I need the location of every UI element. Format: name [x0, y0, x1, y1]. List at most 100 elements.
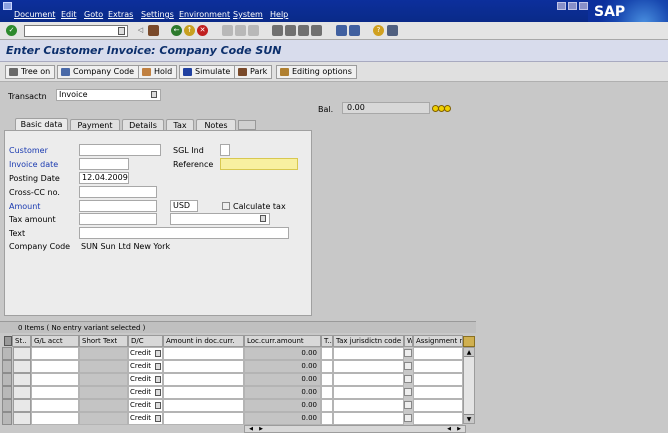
tax-amount-input[interactable] — [79, 213, 157, 225]
dc-cell[interactable]: Credit — [128, 399, 163, 412]
dc-cell[interactable]: Credit — [128, 373, 163, 386]
menu-document[interactable]: Document — [14, 10, 55, 19]
find-next-icon[interactable] — [248, 25, 259, 36]
assignment-cell[interactable] — [413, 399, 463, 412]
scroll-left-icon[interactable]: ◀ — [247, 426, 255, 432]
tax-jurisdiction-cell[interactable] — [333, 412, 404, 425]
sgl-ind-input[interactable] — [220, 144, 230, 156]
dropdown-icon[interactable] — [155, 376, 161, 383]
menu-extras[interactable]: Extras — [108, 10, 133, 19]
currency-input[interactable]: USD — [170, 200, 198, 212]
assignment-cell[interactable] — [413, 373, 463, 386]
reference-input[interactable] — [220, 158, 298, 170]
row-selector[interactable] — [2, 373, 12, 386]
tax-code-cell[interactable] — [321, 373, 333, 386]
col-tax-jurisdiction[interactable]: Tax jurisdictn code — [333, 335, 404, 347]
row-status-button[interactable] — [13, 373, 31, 386]
dropdown-icon[interactable] — [155, 402, 161, 409]
amount-doc-cell[interactable] — [163, 412, 244, 425]
help-icon[interactable]: ? — [373, 25, 384, 36]
minimize-icon[interactable] — [557, 2, 566, 10]
scroll-end-right-icon[interactable]: ▶ — [455, 426, 463, 432]
tax-jurisdiction-cell[interactable] — [333, 373, 404, 386]
tax-jurisdiction-cell[interactable] — [333, 360, 404, 373]
amount-doc-cell[interactable] — [163, 386, 244, 399]
row-status-button[interactable] — [13, 399, 31, 412]
assignment-cell[interactable] — [413, 412, 463, 425]
command-history-icon[interactable] — [118, 27, 125, 35]
last-page-icon[interactable] — [311, 25, 322, 36]
select-all-icon[interactable] — [4, 336, 12, 346]
w-checkbox[interactable] — [404, 349, 412, 357]
amount-doc-cell[interactable] — [163, 399, 244, 412]
col-w[interactable]: W.. — [404, 335, 413, 347]
dropdown-icon[interactable] — [155, 389, 161, 396]
dropdown-icon[interactable] — [155, 363, 161, 370]
previous-page-icon[interactable] — [285, 25, 296, 36]
amount-doc-cell[interactable] — [163, 373, 244, 386]
cross-cc-input[interactable] — [79, 186, 157, 198]
tax-code-select[interactable] — [170, 213, 270, 225]
col-short-text[interactable]: Short Text — [79, 335, 128, 347]
menu-settings[interactable]: Settings — [141, 10, 174, 19]
transactn-select[interactable]: Invoice — [56, 89, 161, 101]
exit-icon[interactable]: ↑ — [184, 25, 195, 36]
row-selector[interactable] — [2, 347, 12, 360]
menu-edit[interactable]: Edit — [61, 10, 77, 19]
col-tax-code[interactable]: T.. — [321, 335, 333, 347]
layout-menu-icon[interactable] — [387, 25, 398, 36]
row-status-button[interactable] — [13, 347, 31, 360]
print-icon[interactable] — [222, 25, 233, 36]
first-page-icon[interactable] — [272, 25, 283, 36]
scroll-up-icon[interactable]: ▲ — [464, 348, 474, 357]
w-checkbox[interactable] — [404, 375, 412, 383]
row-selector[interactable] — [2, 412, 12, 425]
row-selector[interactable] — [2, 399, 12, 412]
tax-jurisdiction-cell[interactable] — [333, 347, 404, 360]
w-checkbox[interactable] — [404, 401, 412, 409]
dc-cell[interactable]: Credit — [128, 347, 163, 360]
dc-cell[interactable]: Credit — [128, 360, 163, 373]
scroll-right-icon[interactable]: ▶ — [257, 426, 265, 432]
gl-acct-cell[interactable] — [31, 373, 79, 386]
tree-on-button[interactable]: Tree on — [5, 65, 56, 79]
editing-options-button[interactable]: Editing options — [276, 65, 357, 79]
w-checkbox[interactable] — [404, 388, 412, 396]
menu-environment[interactable]: Environment — [179, 10, 230, 19]
column-settings-icon[interactable] — [463, 336, 475, 347]
close-icon[interactable] — [579, 2, 588, 10]
row-status-button[interactable] — [13, 386, 31, 399]
amount-doc-cell[interactable] — [163, 347, 244, 360]
invoice-date-input[interactable] — [79, 158, 129, 170]
tax-code-cell[interactable] — [321, 412, 333, 425]
enter-check-icon[interactable]: ✓ — [6, 25, 17, 36]
maximize-icon[interactable] — [568, 2, 577, 10]
amount-input[interactable] — [79, 200, 157, 212]
tax-jurisdiction-cell[interactable] — [333, 399, 404, 412]
dropdown-icon[interactable] — [260, 215, 266, 222]
col-dc[interactable]: D/C — [128, 335, 163, 347]
dc-cell[interactable]: Credit — [128, 386, 163, 399]
new-session-icon[interactable] — [336, 25, 347, 36]
col-loc-amount[interactable]: Loc.curr.amount — [244, 335, 321, 347]
col-amount-doc[interactable]: Amount in doc.curr. — [163, 335, 244, 347]
tax-code-cell[interactable] — [321, 386, 333, 399]
menu-help[interactable]: Help — [270, 10, 288, 19]
col-status[interactable]: St.. — [12, 335, 31, 347]
w-checkbox[interactable] — [404, 414, 412, 422]
dropdown-icon[interactable] — [155, 350, 161, 357]
tax-code-cell[interactable] — [321, 360, 333, 373]
back-arrow-icon[interactable]: ◁ — [135, 25, 146, 36]
find-icon[interactable] — [235, 25, 246, 36]
company-code-button[interactable]: Company Code — [57, 65, 140, 79]
assignment-cell[interactable] — [413, 386, 463, 399]
back-icon[interactable]: ← — [171, 25, 182, 36]
gl-acct-cell[interactable] — [31, 399, 79, 412]
save-icon[interactable] — [148, 25, 159, 36]
col-gl-acct[interactable]: G/L acct — [31, 335, 79, 347]
col-assignment[interactable]: Assignment n — [413, 335, 463, 347]
gl-acct-cell[interactable] — [31, 386, 79, 399]
dc-cell[interactable]: Credit — [128, 412, 163, 425]
menu-system[interactable]: System — [233, 10, 263, 19]
text-input[interactable] — [79, 227, 289, 239]
